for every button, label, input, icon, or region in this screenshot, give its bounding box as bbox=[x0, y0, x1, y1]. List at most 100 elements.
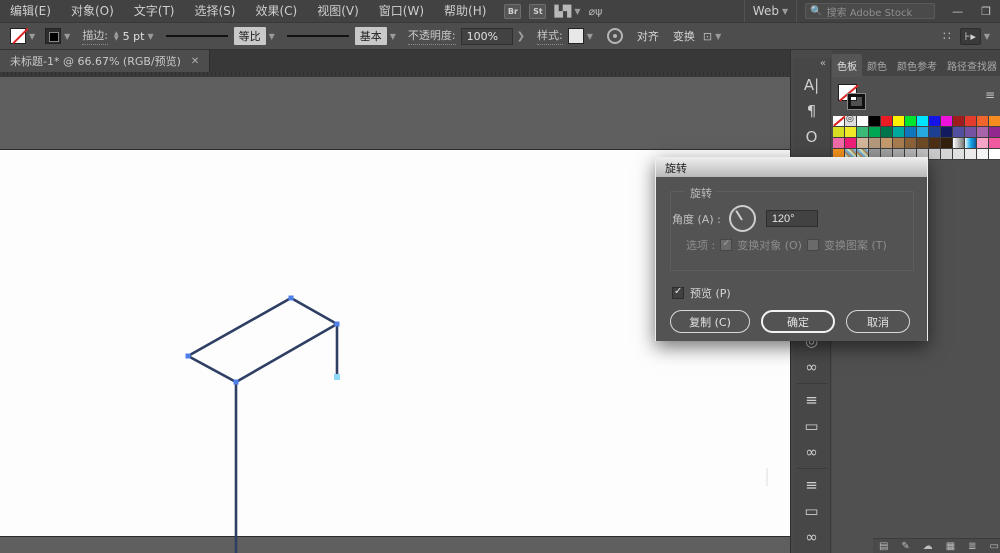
cloud-icon[interactable]: ☁ bbox=[923, 541, 933, 552]
transform-button[interactable]: 变换 bbox=[673, 28, 695, 44]
swatch-1-13[interactable] bbox=[989, 127, 1000, 138]
links-panel-icon[interactable]: ∞ bbox=[797, 355, 827, 379]
stock-icon[interactable]: St bbox=[529, 3, 547, 19]
swatch-2-9[interactable] bbox=[941, 138, 953, 149]
panel-menu-icon[interactable]: ≡ bbox=[985, 88, 995, 102]
stroke-indicator[interactable] bbox=[847, 93, 866, 110]
swatch-2-5[interactable] bbox=[893, 138, 905, 149]
swatch-2-0[interactable] bbox=[833, 138, 845, 149]
swatch-0-10[interactable] bbox=[953, 116, 965, 127]
swatch-0-1[interactable] bbox=[845, 114, 857, 127]
image-icon[interactable]: ▦ bbox=[946, 541, 955, 552]
swatch-1-8[interactable] bbox=[929, 127, 941, 138]
panel-tab-路径查找器[interactable]: 路径查找器 bbox=[942, 54, 1000, 77]
brush-definition-value[interactable]: 基本 bbox=[354, 27, 387, 45]
workspace-switcher[interactable]: Web ▼ bbox=[743, 0, 798, 22]
opacity-label[interactable]: 不透明度: bbox=[407, 27, 456, 45]
transform-patterns-checkbox[interactable] bbox=[806, 239, 819, 251]
swatch-1-12[interactable] bbox=[977, 127, 989, 138]
opacity-value[interactable]: 100% bbox=[460, 27, 513, 45]
brush-icon[interactable]: ✎ bbox=[901, 541, 909, 552]
swatch-2-8[interactable] bbox=[929, 138, 941, 149]
swatch-1-9[interactable] bbox=[941, 127, 953, 138]
swatch-3-10[interactable] bbox=[953, 149, 965, 160]
swatch-0-13[interactable] bbox=[989, 116, 1000, 127]
swatch-0-6[interactable] bbox=[905, 116, 917, 127]
copy-button[interactable]: 复制 (C) bbox=[670, 310, 750, 333]
swatch-1-7[interactable] bbox=[917, 127, 929, 138]
swatch-2-11[interactable] bbox=[965, 138, 977, 149]
swatch-0-7[interactable] bbox=[917, 116, 929, 127]
swatch-0-0[interactable] bbox=[833, 116, 845, 127]
close-icon[interactable]: ✕ bbox=[191, 56, 199, 67]
swatch-1-1[interactable] bbox=[845, 127, 857, 138]
chevron-down-icon[interactable]: ▼ bbox=[390, 32, 396, 41]
swatch-0-12[interactable] bbox=[977, 116, 989, 127]
swatch-1-6[interactable] bbox=[905, 127, 917, 138]
menu-item-5[interactable]: 视图(V) bbox=[307, 0, 369, 22]
layers-panel-icon-2[interactable]: ≡ bbox=[797, 473, 827, 497]
libraries-icon[interactable]: ▤ bbox=[879, 541, 888, 552]
swatch-3-11[interactable] bbox=[965, 149, 977, 160]
swatch-0-11[interactable] bbox=[965, 116, 977, 127]
swatch-1-5[interactable] bbox=[893, 127, 905, 138]
panel-dock-toggle[interactable]: ⊦▸ bbox=[959, 27, 981, 45]
angle-input[interactable] bbox=[765, 210, 818, 227]
menu-item-0[interactable]: 编辑(E) bbox=[0, 0, 61, 22]
opentype-panel-icon[interactable]: O bbox=[797, 125, 827, 149]
swatch-2-4[interactable] bbox=[881, 138, 893, 149]
swatch-1-3[interactable] bbox=[869, 127, 881, 138]
chevron-down-icon[interactable]: ▼ bbox=[574, 7, 580, 16]
recolor-artwork-icon[interactable] bbox=[606, 28, 623, 44]
dialog-title-bar[interactable]: 旋转 bbox=[656, 158, 927, 177]
swatch-3-13[interactable] bbox=[989, 149, 1000, 160]
folder-icon[interactable]: ▭ bbox=[990, 541, 999, 552]
menu-item-7[interactable]: 帮助(H) bbox=[434, 0, 496, 22]
links-panel-icon-2[interactable]: ∞ bbox=[797, 440, 827, 464]
swatch-0-8[interactable] bbox=[929, 116, 941, 127]
swatch-2-13[interactable] bbox=[989, 138, 1000, 149]
swatch-1-10[interactable] bbox=[953, 127, 965, 138]
menu-item-1[interactable]: 对象(O) bbox=[61, 0, 124, 22]
stock-search-input[interactable]: 🔍 搜索 Adobe Stock bbox=[805, 3, 936, 19]
transform-objects-checkbox[interactable] bbox=[720, 238, 733, 251]
restore-button[interactable]: ❐ bbox=[972, 5, 1000, 18]
arrange-documents-icon[interactable]: ∷ bbox=[943, 29, 951, 43]
swatch-0-9[interactable] bbox=[941, 116, 953, 127]
menu-item-3[interactable]: 选择(S) bbox=[184, 0, 245, 22]
menu-item-6[interactable]: 窗口(W) bbox=[369, 0, 434, 22]
cancel-button[interactable]: 取消 bbox=[846, 310, 910, 333]
swatch-1-11[interactable] bbox=[965, 127, 977, 138]
fill-color-swatch[interactable] bbox=[10, 28, 26, 44]
swatch-3-12[interactable] bbox=[977, 149, 989, 160]
swatch-3-9[interactable] bbox=[941, 149, 953, 160]
ok-button[interactable]: 确定 bbox=[761, 310, 835, 333]
graphic-style-swatch[interactable] bbox=[567, 28, 584, 44]
stroke-color-swatch[interactable] bbox=[45, 28, 62, 44]
chevron-down-icon[interactable]: ▼ bbox=[984, 32, 990, 41]
artboards-panel-icon-2[interactable]: ▭ bbox=[797, 499, 827, 523]
align-button[interactable]: 对齐 bbox=[637, 28, 659, 44]
chevron-down-icon[interactable]: ▼ bbox=[29, 32, 35, 41]
stroke-weight-value[interactable]: 5 pt bbox=[123, 30, 145, 43]
chevron-down-icon[interactable]: ▼ bbox=[587, 32, 593, 41]
swatch-1-4[interactable] bbox=[881, 127, 893, 138]
angle-dial[interactable] bbox=[728, 205, 756, 232]
paragraph-panel-icon[interactable]: ¶ bbox=[797, 99, 827, 123]
menu-item-2[interactable]: 文字(T) bbox=[124, 0, 185, 22]
chevron-down-icon[interactable]: ▼ bbox=[64, 32, 70, 41]
document-tab[interactable]: 未标题-1* @ 66.67% (RGB/预览) ✕ bbox=[0, 50, 211, 72]
bridge-icon[interactable]: Br bbox=[504, 3, 522, 19]
artboards-panel-icon[interactable]: ▭ bbox=[797, 414, 827, 438]
chevron-down-icon[interactable]: ▼ bbox=[715, 32, 721, 41]
style-label[interactable]: 样式: bbox=[537, 27, 563, 45]
swatch-3-8[interactable] bbox=[929, 149, 941, 160]
links-panel-icon-3[interactable]: ∞ bbox=[797, 525, 827, 549]
swatch-0-2[interactable] bbox=[857, 116, 869, 127]
swatch-2-1[interactable] bbox=[845, 138, 857, 149]
character-panel-icon[interactable]: A| bbox=[797, 73, 827, 97]
preview-checkbox[interactable] bbox=[672, 286, 684, 299]
swatch-0-5[interactable] bbox=[893, 116, 905, 127]
swatch-2-6[interactable] bbox=[905, 138, 917, 149]
arrange-documents-icon[interactable]: ▙▜ bbox=[554, 5, 571, 18]
